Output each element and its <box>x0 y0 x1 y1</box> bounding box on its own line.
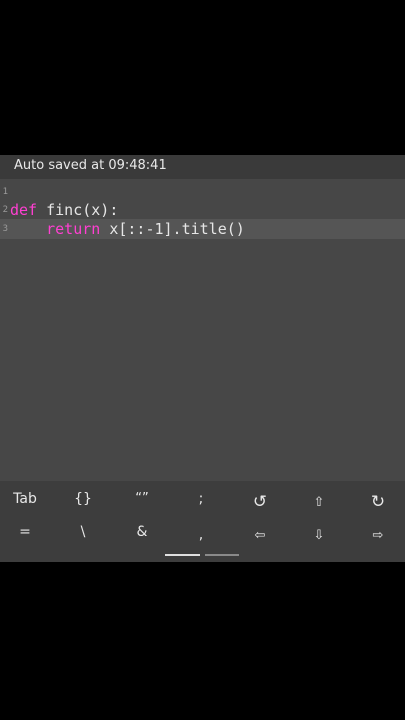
arrow-right-icon[interactable]: ⇨ <box>349 518 405 552</box>
quotes-key[interactable]: “” <box>113 481 171 515</box>
redo-icon[interactable]: ↻ <box>349 485 405 519</box>
code-line-current[interactable]: 3 return x[::-1].title() <box>0 219 405 239</box>
undo-icon[interactable]: ↺ <box>231 485 289 519</box>
tab-key[interactable]: Tab <box>0 482 54 516</box>
backslash-key[interactable]: \ <box>54 515 112 549</box>
code-text: x[::-1].title() <box>100 220 245 238</box>
page-indicator-inactive[interactable] <box>205 554 239 556</box>
line-number: 1 <box>2 187 8 197</box>
ampersand-key[interactable]: & <box>113 515 171 549</box>
comma-key[interactable]: , <box>172 518 230 552</box>
extra-keys-bar: Tab {} “” ; ↺ ⇧ ↻ = \ & , ⇦ ⇩ ⇨ <box>0 481 405 562</box>
arrow-down-icon[interactable]: ⇩ <box>290 518 348 552</box>
equals-key[interactable]: = <box>0 515 54 549</box>
braces-key[interactable]: {} <box>54 482 112 516</box>
line-number: 2 <box>2 205 8 215</box>
semicolon-key[interactable]: ; <box>172 482 230 516</box>
page-indicator-active[interactable] <box>165 554 200 556</box>
code-text: finc(x): <box>37 201 119 219</box>
code-line[interactable]: 2 def finc(x): <box>0 200 405 220</box>
keyword: def <box>10 201 38 219</box>
arrow-left-icon[interactable]: ⇦ <box>231 518 289 552</box>
code-line[interactable]: 1 <box>0 182 405 202</box>
code-editor-app: Auto saved at 09:48:41 1 2 def finc(x): … <box>0 155 405 562</box>
line-number: 3 <box>2 224 8 234</box>
line-code[interactable]: def finc(x): <box>10 201 118 219</box>
line-code[interactable]: return x[::-1].title() <box>10 220 245 238</box>
status-bar: Auto saved at 09:48:41 <box>0 155 405 179</box>
autosave-status: Auto saved at 09:48:41 <box>14 158 167 173</box>
code-area[interactable]: 1 2 def finc(x): 3 return x[::-1].title(… <box>0 179 405 481</box>
shift-up-icon[interactable]: ⇧ <box>290 485 348 519</box>
keyword: return <box>10 220 101 238</box>
